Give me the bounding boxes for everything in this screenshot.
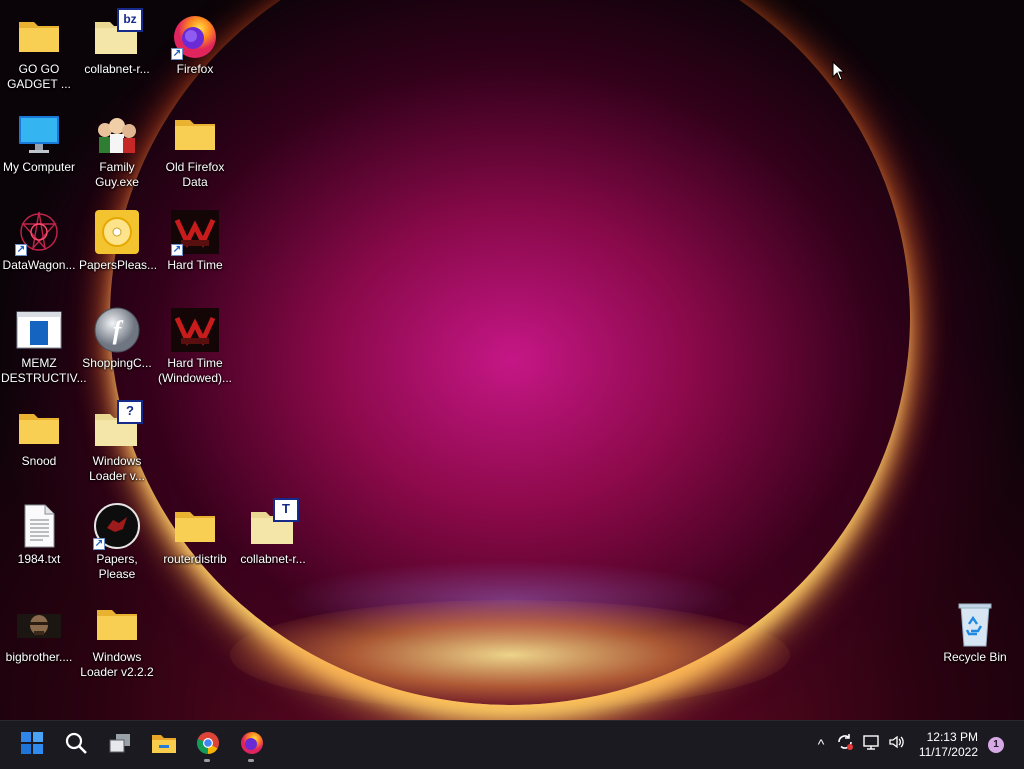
clock-button[interactable]: 12:13 PM 11/17/2022	[919, 730, 978, 760]
folder-icon	[171, 110, 219, 158]
desktop-icon-collabnet-t[interactable]: T collabnet-r...	[234, 496, 312, 567]
desktop-icon-firefox[interactable]: ↗ Firefox	[156, 6, 234, 77]
shortcut-arrow-icon: ↗	[171, 48, 183, 60]
icon-label: Snood	[21, 454, 57, 468]
desktop-icon-hard-time[interactable]: ↗ Hard Time	[156, 202, 234, 273]
folder-icon	[15, 404, 63, 452]
family-guy-icon	[93, 110, 141, 158]
firefox-icon: ↗	[171, 12, 219, 60]
desktop-icon-papers-please[interactable]: ↗ Papers, Please	[78, 496, 156, 582]
folder-icon	[171, 502, 219, 550]
desktop-icon-my-computer[interactable]: My Computer	[0, 104, 78, 175]
sync-tray-button[interactable]	[834, 733, 856, 755]
icon-label: bigbrother....	[5, 650, 73, 664]
icon-label: routerdistrib	[163, 552, 227, 566]
recycle-bin-icon	[951, 600, 999, 648]
icon-label: Papers, Please	[96, 552, 138, 581]
bz-badge-icon: bz	[117, 8, 143, 32]
network-icon	[862, 733, 880, 756]
search-icon	[64, 731, 88, 760]
t-badge-icon: T	[273, 498, 299, 522]
desktop-icon-windows-loader-archive[interactable]: ? Windows Loader v...	[78, 398, 156, 484]
monitor-icon	[15, 110, 63, 158]
firefox-taskbar-button[interactable]	[234, 727, 270, 763]
desktop-icon-bigbrother[interactable]: bigbrother....	[0, 594, 78, 665]
icon-label: Firefox	[176, 62, 214, 76]
datawagon-icon: ↗	[15, 208, 63, 256]
icon-label: Recycle Bin	[943, 650, 1007, 664]
search-button[interactable]	[58, 727, 94, 763]
show-hidden-icons-button[interactable]: ^	[810, 733, 832, 755]
desktop-icon-recycle-bin[interactable]: Recycle Bin	[936, 594, 1014, 665]
desktop-icon-snood[interactable]: Snood	[0, 398, 78, 469]
icon-label: PapersPleas...	[79, 258, 158, 272]
icon-label: Family Guy.exe	[95, 160, 139, 189]
clock-date: 11/17/2022	[918, 745, 978, 759]
firefox-icon	[240, 731, 264, 760]
desktop-icon-family-guy[interactable]: Family Guy.exe	[78, 104, 156, 190]
icon-label: collabnet-r...	[240, 552, 306, 566]
desktop-icon-old-firefox-data[interactable]: Old Firefox Data	[156, 104, 234, 190]
start-button[interactable]	[14, 727, 50, 763]
icon-label: DataWagon...	[2, 258, 76, 272]
desktop-icon-papersplease-disc[interactable]: PapersPleas...	[78, 202, 158, 273]
desktop-icon-datawagon[interactable]: ↗ DataWagon...	[0, 202, 78, 273]
icon-label: Hard Time (Windowed)...	[157, 356, 233, 385]
archive-bz-icon: bz	[93, 8, 143, 60]
icon-label: 1984.txt	[17, 552, 61, 566]
desktop-icon-windows-loader-folder[interactable]: Windows Loader v2.2.2	[78, 594, 156, 680]
text-file-icon	[15, 502, 63, 550]
papers-please-icon: ↗	[93, 502, 141, 550]
desktop-icon-1984-txt[interactable]: 1984.txt	[0, 496, 78, 567]
running-indicator	[248, 759, 254, 762]
running-indicator	[204, 759, 210, 762]
hard-time-icon: ↗	[171, 208, 219, 256]
icon-label: Hard Time	[167, 258, 223, 272]
shortcut-arrow-icon: ↗	[15, 244, 27, 256]
chrome-icon	[196, 731, 220, 760]
archive-help-icon: ?	[93, 400, 143, 452]
network-tray-button[interactable]	[860, 733, 882, 755]
file-explorer-button[interactable]	[146, 727, 182, 763]
shortcut-arrow-icon: ↗	[171, 244, 183, 256]
desktop-icon-shopping[interactable]: f ShoppingC...	[78, 300, 156, 371]
mouse-cursor-icon	[832, 60, 846, 86]
shortcut-arrow-icon: ↗	[93, 538, 105, 550]
icon-label: MEMZ DESTRUCTIV...	[1, 356, 87, 385]
help-badge-icon: ?	[117, 400, 143, 424]
disc-icon	[93, 208, 141, 256]
chevron-up-icon: ^	[817, 736, 825, 752]
icon-label: collabnet-r...	[84, 62, 150, 76]
hard-time-icon	[171, 306, 219, 354]
window-icon	[15, 306, 63, 354]
wallpaper-glow	[230, 600, 790, 710]
clock-time: 12:13 PM	[926, 730, 978, 744]
taskbar: ^ 12:13 PM 11/17/2022 1	[0, 720, 1024, 769]
icon-label: Old Firefox Data	[165, 160, 225, 189]
icon-label: My Computer	[2, 160, 76, 174]
desktop-icon-routerdistrib[interactable]: routerdistrib	[156, 496, 234, 567]
sync-icon	[836, 733, 854, 756]
folder-icon	[93, 600, 141, 648]
icon-label: GO GO GADGET ...	[7, 62, 71, 91]
icon-label: ShoppingC...	[82, 356, 152, 370]
desktop-icon-hard-time-windowed[interactable]: Hard Time (Windowed)...	[156, 300, 234, 386]
file-explorer-icon	[151, 731, 177, 760]
task-view-icon	[108, 731, 132, 760]
volume-tray-button[interactable]	[886, 733, 908, 755]
folder-icon	[15, 12, 63, 60]
desktop-icon-collabnet-bz[interactable]: bz collabnet-r...	[78, 6, 156, 77]
notification-badge[interactable]: 1	[988, 737, 1004, 753]
icon-label: Windows Loader v2.2.2	[80, 650, 154, 679]
photo-icon	[15, 600, 63, 648]
desktop-icon-go-go-gadget[interactable]: GO GO GADGET ...	[0, 6, 78, 92]
task-view-button[interactable]	[102, 727, 138, 763]
desktop-icon-memz[interactable]: MEMZ DESTRUCTIV...	[0, 300, 87, 386]
start-icon	[20, 731, 44, 760]
flash-icon: f	[93, 306, 141, 354]
speaker-icon	[888, 733, 906, 756]
chrome-button[interactable]	[190, 727, 226, 763]
archive-t-icon: T	[249, 498, 299, 550]
icon-label: Windows Loader v...	[89, 454, 145, 483]
